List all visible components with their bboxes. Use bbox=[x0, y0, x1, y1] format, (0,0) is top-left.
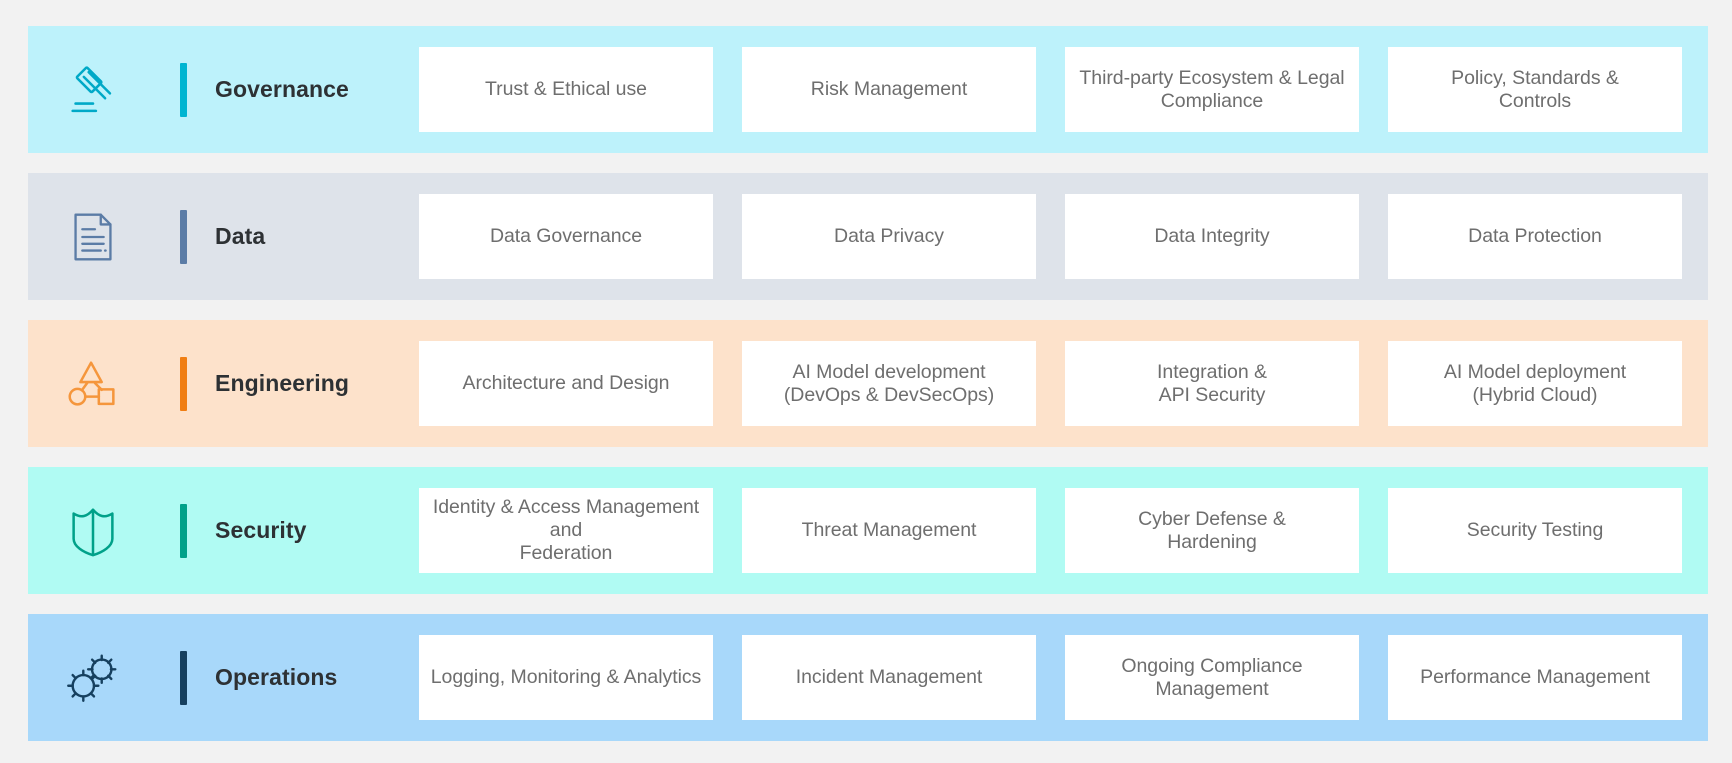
capability-card-label: Threat Management bbox=[801, 519, 977, 541]
capability-card[interactable]: Risk Management bbox=[742, 47, 1036, 132]
row-accent-bar bbox=[180, 62, 187, 117]
row-accent-bar bbox=[180, 650, 187, 705]
capability-card-label: Data Integrity bbox=[1154, 225, 1270, 247]
domain-row-operations[interactable]: Operations Logging, Monitoring & Analyti… bbox=[28, 614, 1708, 741]
capability-card-label: Logging, Monitoring & Analytics bbox=[430, 666, 702, 688]
shapes-network-icon bbox=[62, 353, 180, 415]
capability-card-label: Architecture and Design bbox=[462, 372, 670, 394]
domain-row-engineering[interactable]: Engineering Architecture and Design AI M… bbox=[28, 320, 1708, 447]
capability-card-label: Cyber Defense & Hardening bbox=[1138, 507, 1286, 553]
capability-card-label: AI Model deployment (Hybrid Cloud) bbox=[1443, 360, 1627, 406]
row-label-operations: Operations bbox=[215, 664, 338, 690]
capability-card[interactable]: Architecture and Design bbox=[419, 341, 713, 426]
capability-card-label: Data Privacy bbox=[834, 225, 944, 247]
ai-governance-framework: Governance Trust & Ethical use Risk Mana… bbox=[0, 0, 1732, 763]
capability-cards-data: Data Governance Data Privacy Data Integr… bbox=[419, 173, 1682, 300]
row-label-governance: Governance bbox=[215, 76, 349, 102]
capability-card[interactable]: Trust & Ethical use bbox=[419, 47, 713, 132]
capability-card[interactable]: Cyber Defense & Hardening bbox=[1065, 488, 1359, 573]
row-label-engineering: Engineering bbox=[215, 370, 350, 396]
capability-card-label: Performance Management bbox=[1420, 666, 1650, 688]
domain-row-security[interactable]: Security Identity & Access Management an… bbox=[28, 467, 1708, 594]
capability-card[interactable]: Logging, Monitoring & Analytics bbox=[419, 635, 713, 720]
capability-card[interactable]: Performance Management bbox=[1388, 635, 1682, 720]
capability-cards-governance: Trust & Ethical use Risk Management Thir… bbox=[419, 26, 1682, 153]
gavel-icon bbox=[62, 59, 180, 121]
capability-card[interactable]: Security Testing bbox=[1388, 488, 1682, 573]
capability-card[interactable]: Identity & Access Management and Federat… bbox=[419, 488, 713, 573]
row-accent-bar bbox=[180, 209, 187, 264]
shield-icon bbox=[62, 500, 180, 562]
capability-card[interactable]: Data Governance bbox=[419, 194, 713, 279]
capability-cards-operations: Logging, Monitoring & Analytics Incident… bbox=[419, 614, 1682, 741]
capability-card-label: Ongoing Compliance Management bbox=[1121, 654, 1303, 700]
row-label-data: Data bbox=[215, 223, 266, 249]
capability-card[interactable]: Data Privacy bbox=[742, 194, 1036, 279]
capability-card[interactable]: Third-party Ecosystem & Legal Compliance bbox=[1065, 47, 1359, 132]
capability-card-label: Risk Management bbox=[810, 78, 968, 100]
capability-card[interactable]: AI Model deployment (Hybrid Cloud) bbox=[1388, 341, 1682, 426]
capability-cards-security: Identity & Access Management and Federat… bbox=[419, 467, 1682, 594]
row-accent-bar bbox=[180, 356, 187, 411]
capability-card[interactable]: AI Model development (DevOps & DevSecOps… bbox=[742, 341, 1036, 426]
capability-card-label: Security Testing bbox=[1466, 519, 1604, 541]
capability-card-label: Third-party Ecosystem & Legal Compliance bbox=[1079, 66, 1345, 112]
row-label-security: Security bbox=[215, 517, 307, 543]
capability-card[interactable]: Incident Management bbox=[742, 635, 1036, 720]
capability-card[interactable]: Data Protection bbox=[1388, 194, 1682, 279]
capability-card-label: Trust & Ethical use bbox=[485, 78, 647, 100]
gears-icon bbox=[62, 647, 180, 709]
capability-card[interactable]: Integration & API Security bbox=[1065, 341, 1359, 426]
capability-card-label: Incident Management bbox=[795, 666, 983, 688]
capability-card-label: Data Governance bbox=[489, 225, 643, 247]
capability-card[interactable]: Data Integrity bbox=[1065, 194, 1359, 279]
document-icon bbox=[62, 206, 180, 268]
capability-card-label: AI Model development (DevOps & DevSecOps… bbox=[783, 360, 995, 406]
capability-card-label: Data Protection bbox=[1468, 225, 1602, 247]
domain-row-data[interactable]: Data Data Governance Data Privacy Data I… bbox=[28, 173, 1708, 300]
capability-cards-engineering: Architecture and Design AI Model develop… bbox=[419, 320, 1682, 447]
capability-card-label: Identity & Access Management and Federat… bbox=[432, 496, 700, 564]
capability-card-label: Policy, Standards & Controls bbox=[1451, 66, 1619, 112]
capability-card-label: Integration & API Security bbox=[1157, 360, 1267, 406]
domain-row-governance[interactable]: Governance Trust & Ethical use Risk Mana… bbox=[28, 26, 1708, 153]
capability-card[interactable]: Ongoing Compliance Management bbox=[1065, 635, 1359, 720]
row-accent-bar bbox=[180, 503, 187, 558]
capability-card[interactable]: Threat Management bbox=[742, 488, 1036, 573]
capability-card[interactable]: Policy, Standards & Controls bbox=[1388, 47, 1682, 132]
